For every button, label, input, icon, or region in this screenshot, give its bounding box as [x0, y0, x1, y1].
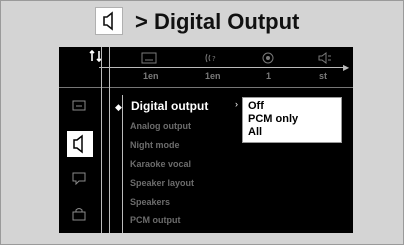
sound-value: st [319, 71, 328, 81]
menu-item-analog-output[interactable]: Analog output [130, 121, 191, 131]
svg-text:?: ? [212, 55, 216, 63]
divider [101, 47, 102, 233]
menu-item-pcm-output[interactable]: PCM output [130, 215, 180, 225]
option-off[interactable]: Off [248, 100, 264, 112]
menu-item-night-mode[interactable]: Night mode [130, 140, 180, 150]
menu-item-karaoke-vocal[interactable]: Karaoke vocal [130, 159, 191, 169]
menu-item-speakers[interactable]: Speakers [130, 197, 170, 207]
tab-bar-divider [99, 67, 345, 68]
audio-icon[interactable]: ? [203, 51, 221, 63]
divider [109, 47, 110, 233]
angle-value: 1 [266, 71, 272, 81]
divider [122, 95, 123, 233]
options-box: Off PCM only All [242, 97, 342, 143]
option-pcm-only[interactable]: PCM only [248, 113, 298, 125]
menu-cursor-icon: ◆ [115, 102, 122, 112]
menu-item-digital-output[interactable]: Digital output [131, 99, 208, 113]
angle-icon[interactable] [261, 51, 279, 64]
arrow-right-icon: ▶ [343, 63, 350, 72]
speaker-icon[interactable] [67, 131, 93, 157]
subtitle-language-icon[interactable] [71, 171, 89, 187]
display-icon[interactable] [71, 99, 89, 115]
lock-icon[interactable] [71, 207, 89, 223]
speaker-icon [95, 7, 123, 35]
screen-frame: > Digital Output 1en ? 1en 1 st ▶ ◆ Digi… [0, 0, 404, 245]
top-tab-bar: 1en ? 1en 1 st ▶ [59, 47, 353, 88]
option-all[interactable]: All [248, 126, 262, 138]
sound-icon[interactable] [317, 51, 335, 64]
audio-value: 1en [205, 71, 221, 81]
menu-item-speaker-layout[interactable]: Speaker layout [130, 178, 194, 188]
osd-panel: 1en ? 1en 1 st ▶ ◆ Digital output Analog… [59, 47, 353, 233]
page-title: > Digital Output [135, 9, 300, 34]
subtitle-icon[interactable] [141, 51, 159, 64]
subtitle-value: 1en [143, 71, 159, 81]
option-cursor-icon: › [235, 99, 238, 109]
settings-icon[interactable] [89, 49, 105, 66]
